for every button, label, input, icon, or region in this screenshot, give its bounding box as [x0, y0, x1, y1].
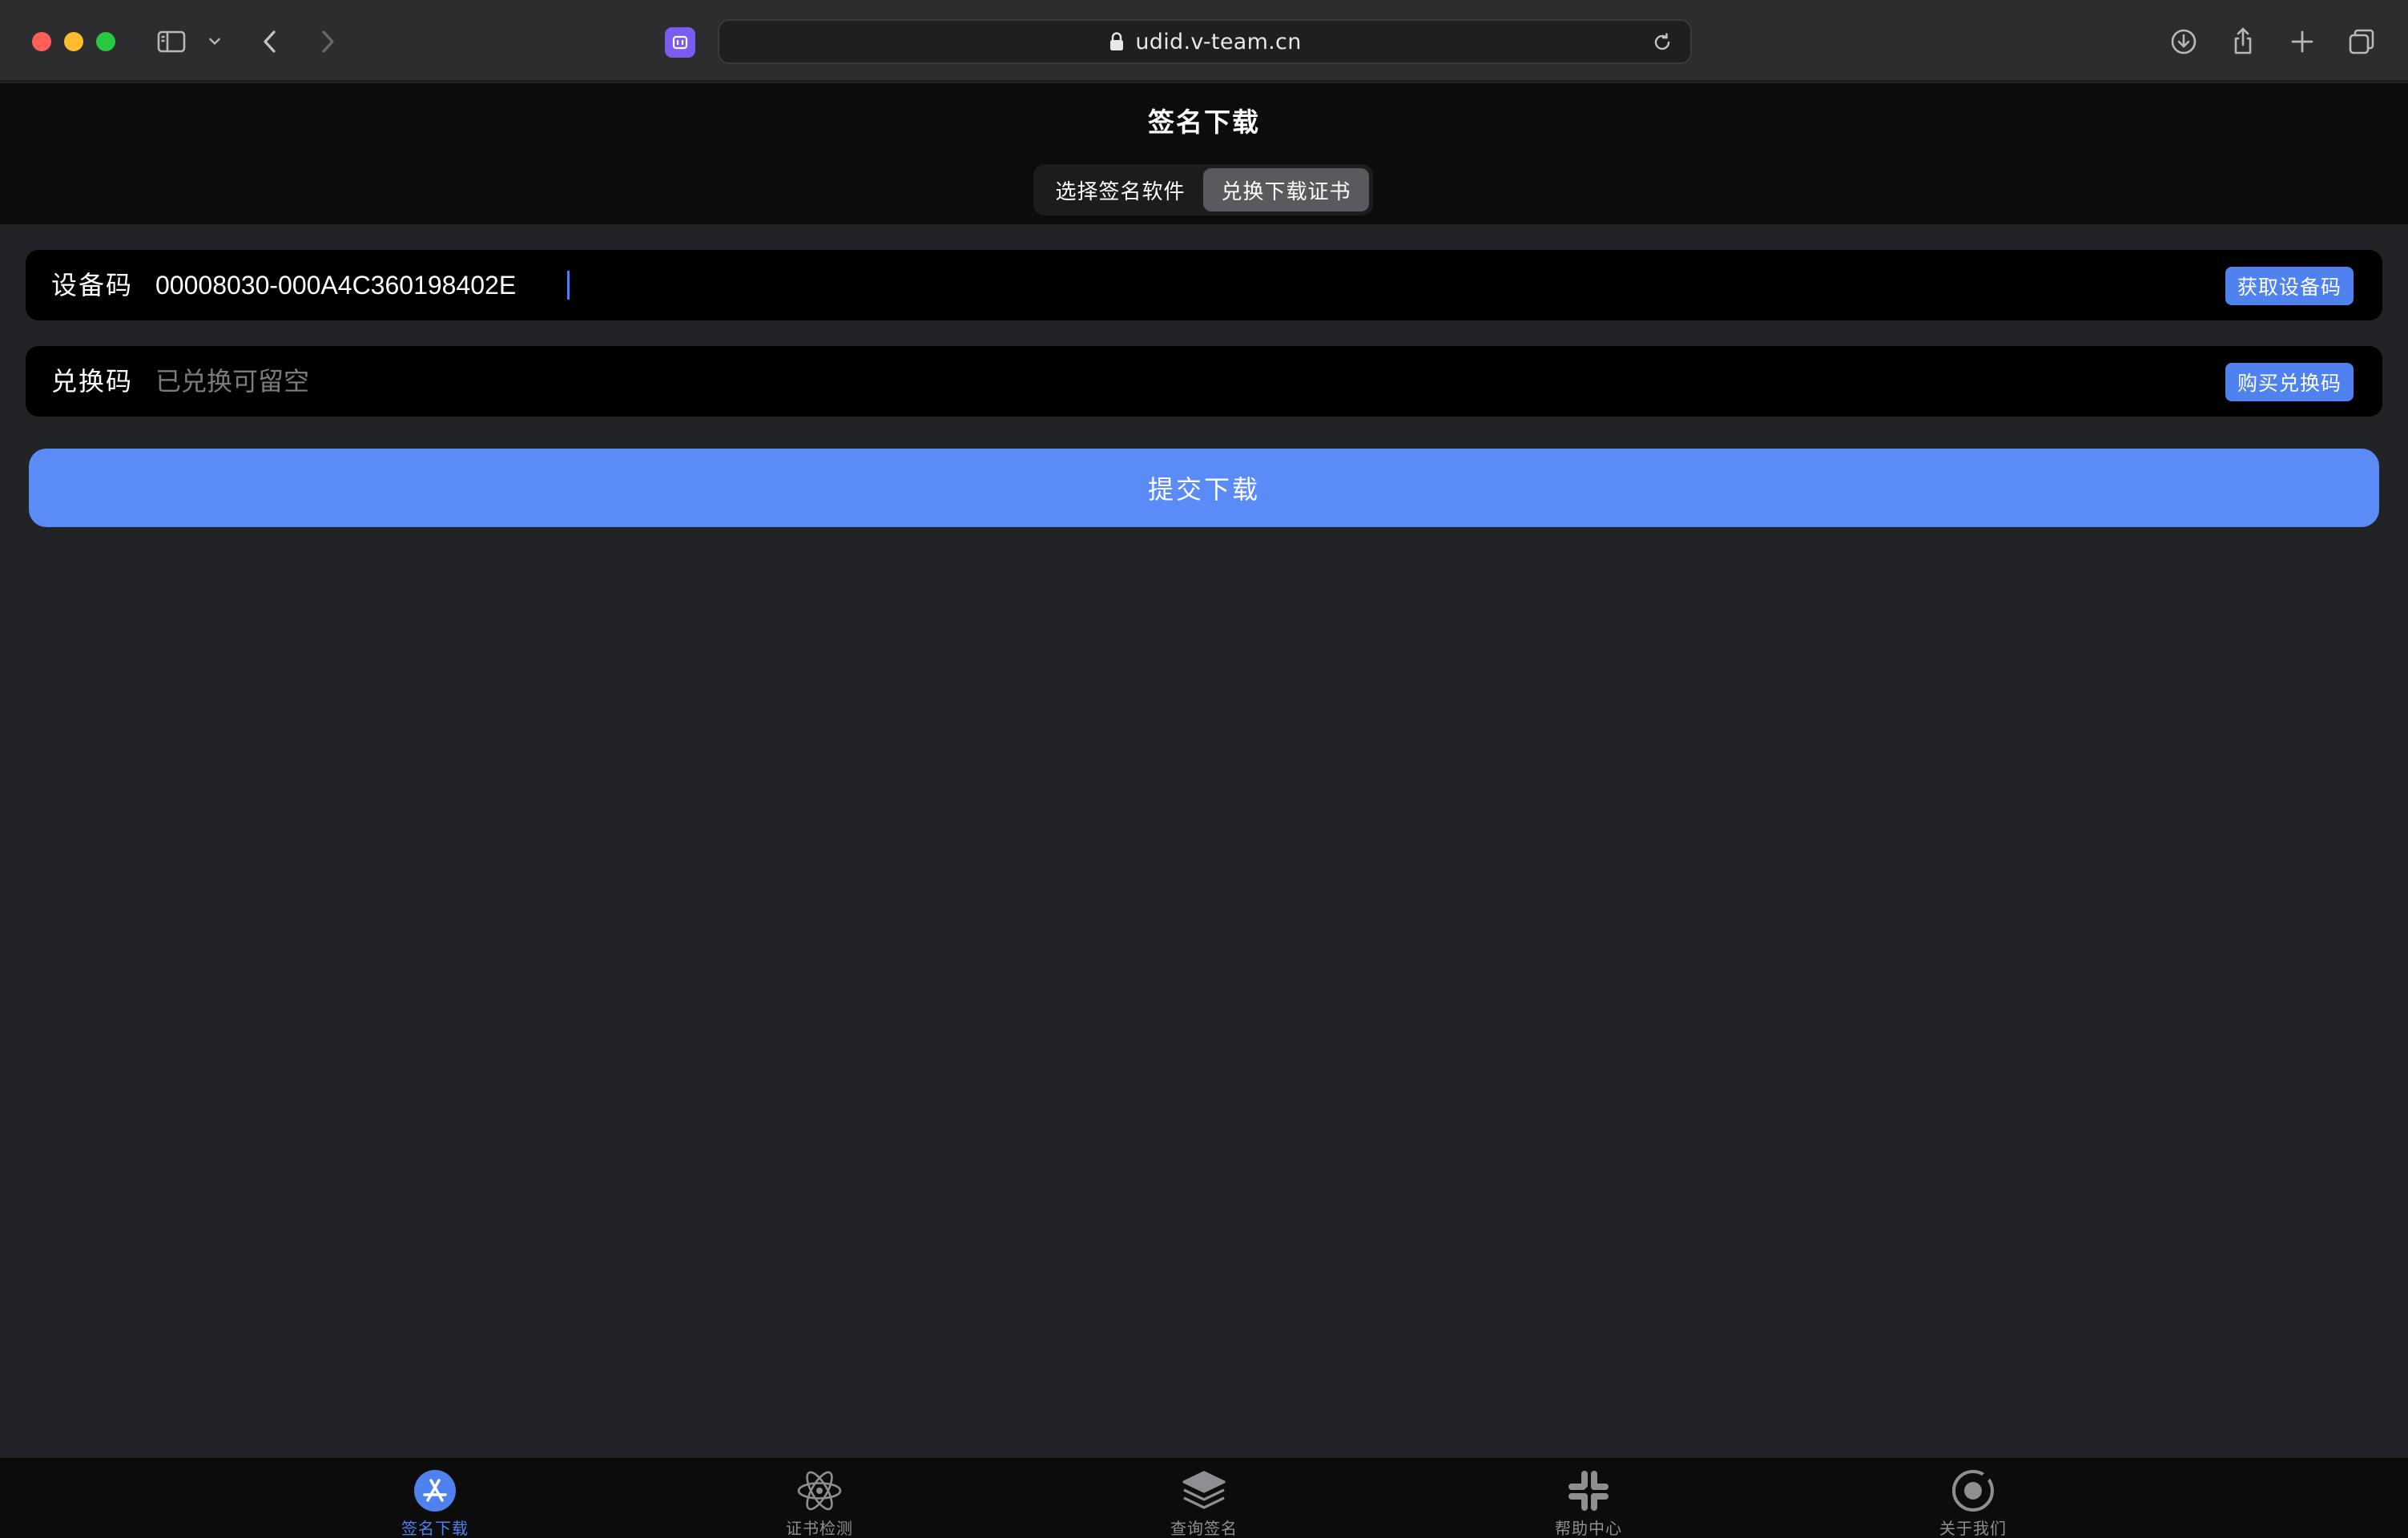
- slack-icon: [1564, 1468, 1613, 1514]
- tab-query-signature[interactable]: 查询签名: [1124, 1458, 1284, 1538]
- tab-label: 签名下载: [401, 1519, 469, 1538]
- target-icon: [1949, 1468, 1997, 1514]
- lock-icon: [1108, 31, 1125, 52]
- tab-sign-download[interactable]: 签名下载: [355, 1458, 515, 1538]
- atom-icon: [795, 1468, 844, 1514]
- tab-label: 证书检测: [786, 1519, 853, 1538]
- chevron-down-icon[interactable]: [202, 24, 228, 59]
- device-code-label: 设备码: [51, 270, 134, 300]
- tab-label: 查询签名: [1170, 1519, 1238, 1538]
- back-icon[interactable]: [253, 24, 288, 59]
- tab-label: 帮助中心: [1555, 1519, 1622, 1538]
- redeem-code-label: 兑换码: [51, 366, 134, 397]
- browser-window: udid.v-team.cn 签名下载 选择签名软件 兑换下载证书 设备码 00…: [0, 0, 2408, 1538]
- buy-redeem-code-button[interactable]: 购买兑换码: [2225, 363, 2354, 401]
- tab-about-us[interactable]: 关于我们: [1893, 1458, 2053, 1538]
- forward-icon[interactable]: [309, 24, 344, 59]
- window-minimize-button[interactable]: [64, 32, 83, 51]
- tab-help-center[interactable]: 帮助中心: [1508, 1458, 1669, 1538]
- text-caret: [567, 271, 570, 300]
- browser-toolbar: udid.v-team.cn: [0, 0, 2408, 82]
- tab-overview-icon[interactable]: [2344, 24, 2379, 59]
- device-code-input[interactable]: [155, 261, 2158, 309]
- extension-icon[interactable]: [665, 27, 695, 58]
- new-tab-icon[interactable]: [2285, 24, 2320, 59]
- tab-label: 关于我们: [1939, 1519, 2007, 1538]
- share-icon[interactable]: [2225, 24, 2261, 59]
- layers-icon: [1180, 1468, 1228, 1514]
- window-close-button[interactable]: [32, 32, 51, 51]
- url-text: udid.v-team.cn: [1135, 29, 1302, 54]
- address-bar[interactable]: udid.v-team.cn: [718, 19, 1692, 64]
- get-device-code-button[interactable]: 获取设备码: [2225, 267, 2354, 305]
- page-title: 签名下载: [1148, 107, 1260, 138]
- segment-select-software[interactable]: 选择签名软件: [1037, 168, 1203, 211]
- app-store-icon: [411, 1468, 459, 1514]
- bottom-tab-bar: 签名下载 证书检测 查询签名 帮助中心 关于我们: [0, 1458, 2408, 1538]
- device-code-row: 设备码 获取设备码: [26, 250, 2382, 320]
- tab-certificate-check[interactable]: 证书检测: [739, 1458, 900, 1538]
- window-zoom-button[interactable]: [96, 32, 115, 51]
- page-header: 签名下载 选择签名软件 兑换下载证书: [0, 83, 2408, 224]
- segment-redeem-certificate[interactable]: 兑换下载证书: [1203, 168, 1369, 211]
- segmented-control: 选择签名软件 兑换下载证书: [1033, 164, 1373, 215]
- reload-icon[interactable]: [1650, 30, 1676, 56]
- redeem-code-input[interactable]: [155, 357, 2158, 405]
- sidebar-toggle-icon[interactable]: [154, 24, 189, 59]
- downloads-icon[interactable]: [2166, 24, 2201, 59]
- redeem-code-row: 兑换码 购买兑换码: [26, 346, 2382, 417]
- submit-download-button[interactable]: 提交下载: [29, 449, 2379, 527]
